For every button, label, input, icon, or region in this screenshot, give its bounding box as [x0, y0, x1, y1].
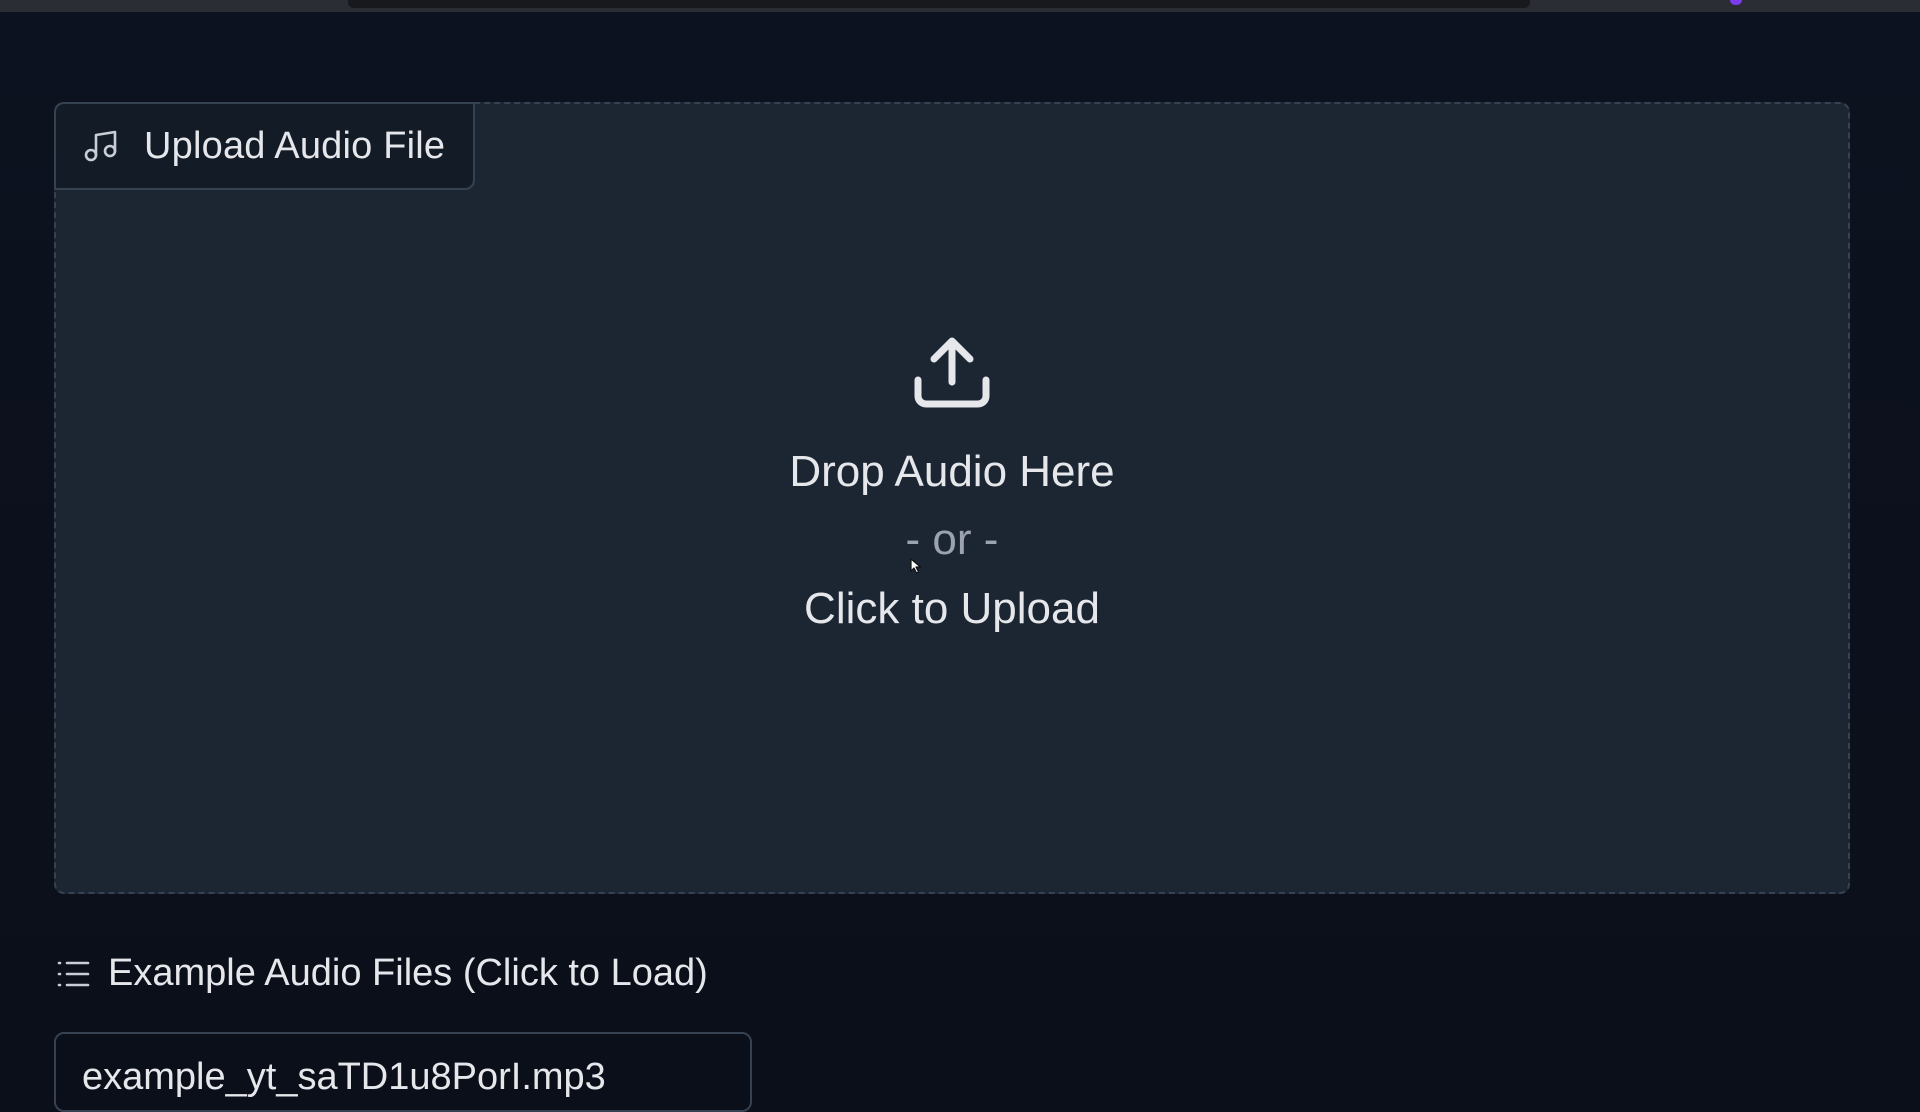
- audio-upload-panel[interactable]: Drop Audio Here - or - Click to Upload U…: [54, 102, 1850, 894]
- upload-audio-label-text: Upload Audio File: [144, 124, 446, 167]
- browser-top-bar: [0, 0, 1920, 12]
- top-bar-indicator: [1730, 0, 1742, 5]
- top-bar-track: [348, 0, 1530, 8]
- examples-title: Example Audio Files (Click to Load): [108, 952, 708, 994]
- app-window: Drop Audio Here - or - Click to Upload U…: [0, 0, 1920, 1112]
- audio-drop-zone[interactable]: Drop Audio Here - or - Click to Upload: [56, 104, 1848, 892]
- example-audio-item[interactable]: example_yt_saTD1u8PorI.mp3: [54, 1032, 752, 1112]
- upload-audio-label: Upload Audio File: [54, 102, 476, 190]
- upload-icon: [913, 336, 991, 410]
- mouse-pointer-icon: [908, 556, 924, 581]
- drop-audio-text: Drop Audio Here: [789, 447, 1115, 496]
- music-note-icon: [84, 130, 118, 162]
- examples-header: Example Audio Files (Click to Load): [56, 952, 708, 995]
- list-icon: [56, 959, 90, 989]
- click-to-upload-text[interactable]: Click to Upload: [804, 574, 1100, 644]
- example-audio-item-label: example_yt_saTD1u8PorI.mp3: [82, 1056, 606, 1098]
